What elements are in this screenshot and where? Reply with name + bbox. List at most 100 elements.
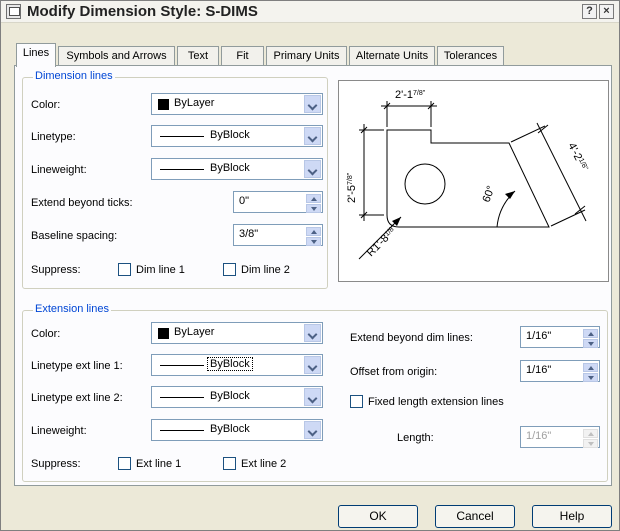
dimension-lines-group: Dimension lines Color: ByLayer Linetype:…	[22, 70, 328, 289]
preview-left-dim: 2'-57/8"	[346, 172, 358, 203]
tab-primary-units[interactable]: Primary Units	[266, 46, 347, 66]
extend-beyond-dim-lines-spinner[interactable]: 1/16"	[520, 326, 600, 348]
tab-symbols-and-arrows[interactable]: Symbols and Arrows	[58, 46, 175, 66]
preview-drawing: 2'-17/8" 2'-57/8" 4'-21/8" 60° R1'-81/8"	[346, 89, 590, 260]
dimension-lines-label: Dimension lines	[33, 70, 115, 82]
length-label: Length:	[397, 432, 434, 444]
dim-color-label: Color:	[31, 99, 61, 111]
ext-linetype1-value: ByBlock	[207, 357, 253, 371]
ext-linetype2-value: ByBlock	[210, 390, 250, 402]
spin-down-icon[interactable]	[306, 204, 321, 213]
spin-up-icon[interactable]	[306, 194, 321, 203]
fixed-length-label[interactable]: Fixed length extension lines	[368, 396, 504, 408]
extend-beyond-ticks-value: 0"	[239, 195, 250, 207]
ext-linetype2-combo[interactable]: ByBlock	[151, 386, 323, 408]
extend-beyond-ticks-label: Extend beyond ticks:	[31, 197, 133, 209]
ext-line2-label[interactable]: Ext line 2	[241, 458, 286, 470]
baseline-spacing-value: 3/8"	[239, 228, 259, 240]
dim-suppress-label: Suppress:	[31, 264, 81, 276]
chevron-down-icon[interactable]	[304, 160, 321, 178]
offset-from-origin-label: Offset from origin:	[350, 366, 438, 378]
chevron-down-icon[interactable]	[304, 388, 321, 406]
preview-top-dim: 2'-17/8"	[395, 89, 426, 101]
tab-fit[interactable]: Fit	[221, 46, 264, 66]
ext-linetype1-label: Linetype ext line 1:	[31, 360, 123, 372]
help-button[interactable]: Help	[532, 505, 612, 528]
ext-suppress-label: Suppress:	[31, 458, 81, 470]
close-button[interactable]: ×	[599, 4, 614, 19]
extend-beyond-dim-lines-value: 1/16"	[526, 330, 552, 342]
fixed-length-checkbox[interactable]	[350, 395, 363, 408]
chevron-down-icon[interactable]	[304, 421, 321, 439]
line-sample	[160, 136, 204, 137]
line-sample	[160, 169, 204, 170]
dim-line1-checkbox[interactable]	[118, 263, 131, 276]
baseline-spacing-spinner[interactable]: 3/8"	[233, 224, 323, 246]
title-bar[interactable]: Modify Dimension Style: S-DIMS ? ×	[1, 1, 619, 23]
spin-up-icon	[583, 429, 598, 438]
offset-from-origin-spinner[interactable]: 1/16"	[520, 360, 600, 382]
ok-button[interactable]: OK	[338, 505, 418, 528]
extend-beyond-ticks-spinner[interactable]: 0"	[233, 191, 323, 213]
ext-lineweight-combo[interactable]: ByBlock	[151, 419, 323, 441]
dim-color-combo[interactable]: ByLayer	[151, 93, 323, 115]
dim-lineweight-label: Lineweight:	[31, 164, 87, 176]
chevron-down-icon[interactable]	[304, 324, 321, 342]
tab-text[interactable]: Text	[177, 46, 219, 66]
chevron-down-icon[interactable]	[304, 127, 321, 145]
dim-lineweight-value: ByBlock	[210, 162, 250, 174]
color-swatch	[158, 99, 169, 110]
ext-line2-checkbox[interactable]	[223, 457, 236, 470]
spin-down-icon[interactable]	[583, 339, 598, 348]
dim-line1-label[interactable]: Dim line 1	[136, 264, 185, 276]
spin-up-icon[interactable]	[306, 227, 321, 236]
ext-color-combo[interactable]: ByLayer	[151, 322, 323, 344]
extension-lines-group: Extension lines Color: ByLayer Linetype …	[22, 303, 608, 482]
ext-color-label: Color:	[31, 328, 61, 340]
extend-beyond-dim-lines-label: Extend beyond dim lines:	[350, 332, 473, 344]
offset-from-origin-value: 1/16"	[526, 364, 552, 376]
line-sample	[160, 365, 204, 366]
dim-line2-checkbox[interactable]	[223, 263, 236, 276]
chevron-down-icon[interactable]	[304, 356, 321, 374]
tab-alternate-units[interactable]: Alternate Units	[349, 46, 435, 66]
ext-line1-label[interactable]: Ext line 1	[136, 458, 181, 470]
dim-linetype-combo[interactable]: ByBlock	[151, 125, 323, 147]
line-sample	[160, 397, 204, 398]
dim-linetype-value: ByBlock	[210, 129, 250, 141]
dim-linetype-label: Linetype:	[31, 131, 76, 143]
color-swatch	[158, 328, 169, 339]
spin-down-icon[interactable]	[306, 237, 321, 246]
spin-down-icon	[583, 439, 598, 448]
spin-up-icon[interactable]	[583, 363, 598, 372]
ext-lineweight-label: Lineweight:	[31, 425, 87, 437]
spin-down-icon[interactable]	[583, 373, 598, 382]
cancel-button[interactable]: Cancel	[435, 505, 515, 528]
app-icon	[6, 4, 21, 19]
ext-linetype2-label: Linetype ext line 2:	[31, 392, 123, 404]
ext-linetype1-combo[interactable]: ByBlock	[151, 354, 323, 376]
tab-tolerances[interactable]: Tolerances	[437, 46, 504, 66]
tab-lines[interactable]: Lines	[16, 43, 56, 67]
line-sample	[160, 430, 204, 431]
dim-color-value: ByLayer	[174, 97, 215, 109]
preview-right-dim: 4'-21/8"	[565, 141, 590, 174]
ext-lineweight-value: ByBlock	[210, 423, 250, 435]
window-title: Modify Dimension Style: S-DIMS	[27, 3, 258, 20]
length-value: 1/16"	[526, 430, 552, 442]
dim-lineweight-combo[interactable]: ByBlock	[151, 158, 323, 180]
baseline-spacing-label: Baseline spacing:	[31, 230, 118, 242]
preview-radius-dim: R1'-81/8"	[365, 223, 401, 259]
ext-color-value: ByLayer	[174, 326, 215, 338]
preview-angle-dim: 60°	[481, 184, 498, 204]
help-title-button[interactable]: ?	[582, 4, 597, 19]
dim-line2-label[interactable]: Dim line 2	[241, 264, 290, 276]
modify-dimension-style-dialog: Modify Dimension Style: S-DIMS ? × Lines…	[0, 0, 620, 531]
extension-lines-label: Extension lines	[33, 303, 111, 315]
spin-up-icon[interactable]	[583, 329, 598, 338]
ext-line1-checkbox[interactable]	[118, 457, 131, 470]
dimension-style-preview: 2'-17/8" 2'-57/8" 4'-21/8" 60° R1'-81/8"	[338, 80, 609, 282]
chevron-down-icon[interactable]	[304, 95, 321, 113]
lines-tab-panel: Dimension lines Color: ByLayer Linetype:…	[14, 65, 612, 486]
length-spinner: 1/16"	[520, 426, 600, 448]
